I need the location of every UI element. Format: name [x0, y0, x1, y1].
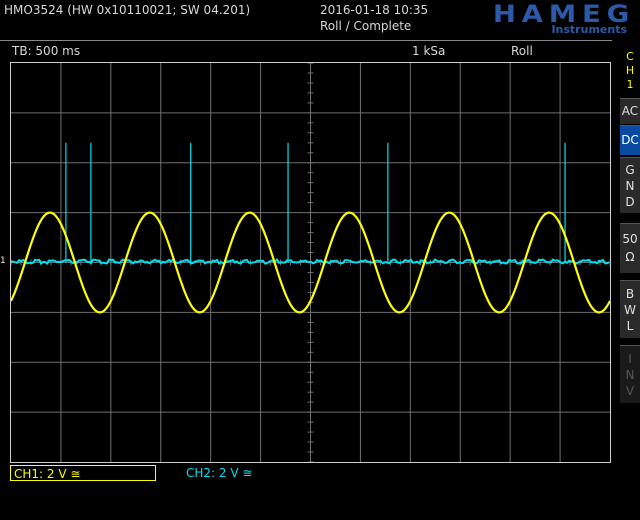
invert-button[interactable]: I N V	[620, 345, 640, 403]
model-label: HMO3524 (HW 0x10110021; SW 04.201)	[4, 3, 250, 17]
dc-label: DC	[621, 133, 639, 147]
bwl-char: L	[626, 319, 634, 333]
ch2-scale-label: CH2: 2 V ≅	[186, 466, 253, 480]
ch2-settings[interactable]: CH2: 2 V ≅	[186, 465, 306, 481]
ch1-settings[interactable]: CH1: 2 V ≅	[10, 465, 156, 481]
bwl-char: B	[625, 287, 635, 301]
dc-coupling-button[interactable]: DC	[620, 125, 640, 155]
marker-label: 1	[0, 256, 6, 266]
brand-logo: HAMEG Instruments	[450, 0, 635, 38]
acquisition-mode-label[interactable]: Roll	[511, 44, 533, 58]
channel-select-button[interactable]: C H 1	[620, 46, 640, 98]
firmware-version: (HW 0x10110021; SW 04.201)	[67, 3, 251, 17]
gnd-char: D	[625, 195, 635, 209]
ac-coupling-button[interactable]: AC	[620, 98, 640, 124]
ch1-ground-marker[interactable]: 1	[0, 256, 6, 266]
channel-char: H	[625, 64, 635, 77]
channel-char: 1	[626, 78, 634, 91]
channel-char: C	[626, 50, 634, 63]
ch1-scale-label: CH1: 2 V ≅	[14, 467, 81, 481]
inv-char: I	[628, 352, 632, 366]
model-name: HMO3524	[4, 3, 64, 17]
ac-label: AC	[621, 104, 639, 118]
inv-char: V	[625, 384, 635, 398]
ohm-symbol: Ω	[625, 250, 635, 264]
sample-rate-label: 1 kSa	[412, 44, 446, 58]
bwl-char: W	[624, 303, 636, 317]
gnd-coupling-button[interactable]: G N D	[620, 157, 640, 213]
datetime-label: 2016-01-18 10:35	[320, 3, 429, 17]
inv-char: N	[625, 368, 635, 382]
brand-subtitle: Instruments	[551, 23, 627, 36]
bandwidth-limit-button[interactable]: B W L	[620, 280, 640, 338]
waveform-display[interactable]	[10, 62, 611, 463]
gnd-char: N	[625, 179, 635, 193]
impedance-value: 50	[622, 232, 638, 246]
acquisition-status: Roll / Complete	[320, 19, 412, 33]
info-bar: TB: 500 ms 1 kSa Roll	[0, 40, 612, 61]
gnd-char: G	[625, 163, 635, 177]
impedance-50-ohm-button[interactable]: 50 Ω	[620, 223, 640, 273]
scope-graticule	[11, 63, 610, 462]
timebase-label[interactable]: TB: 500 ms	[12, 44, 80, 58]
